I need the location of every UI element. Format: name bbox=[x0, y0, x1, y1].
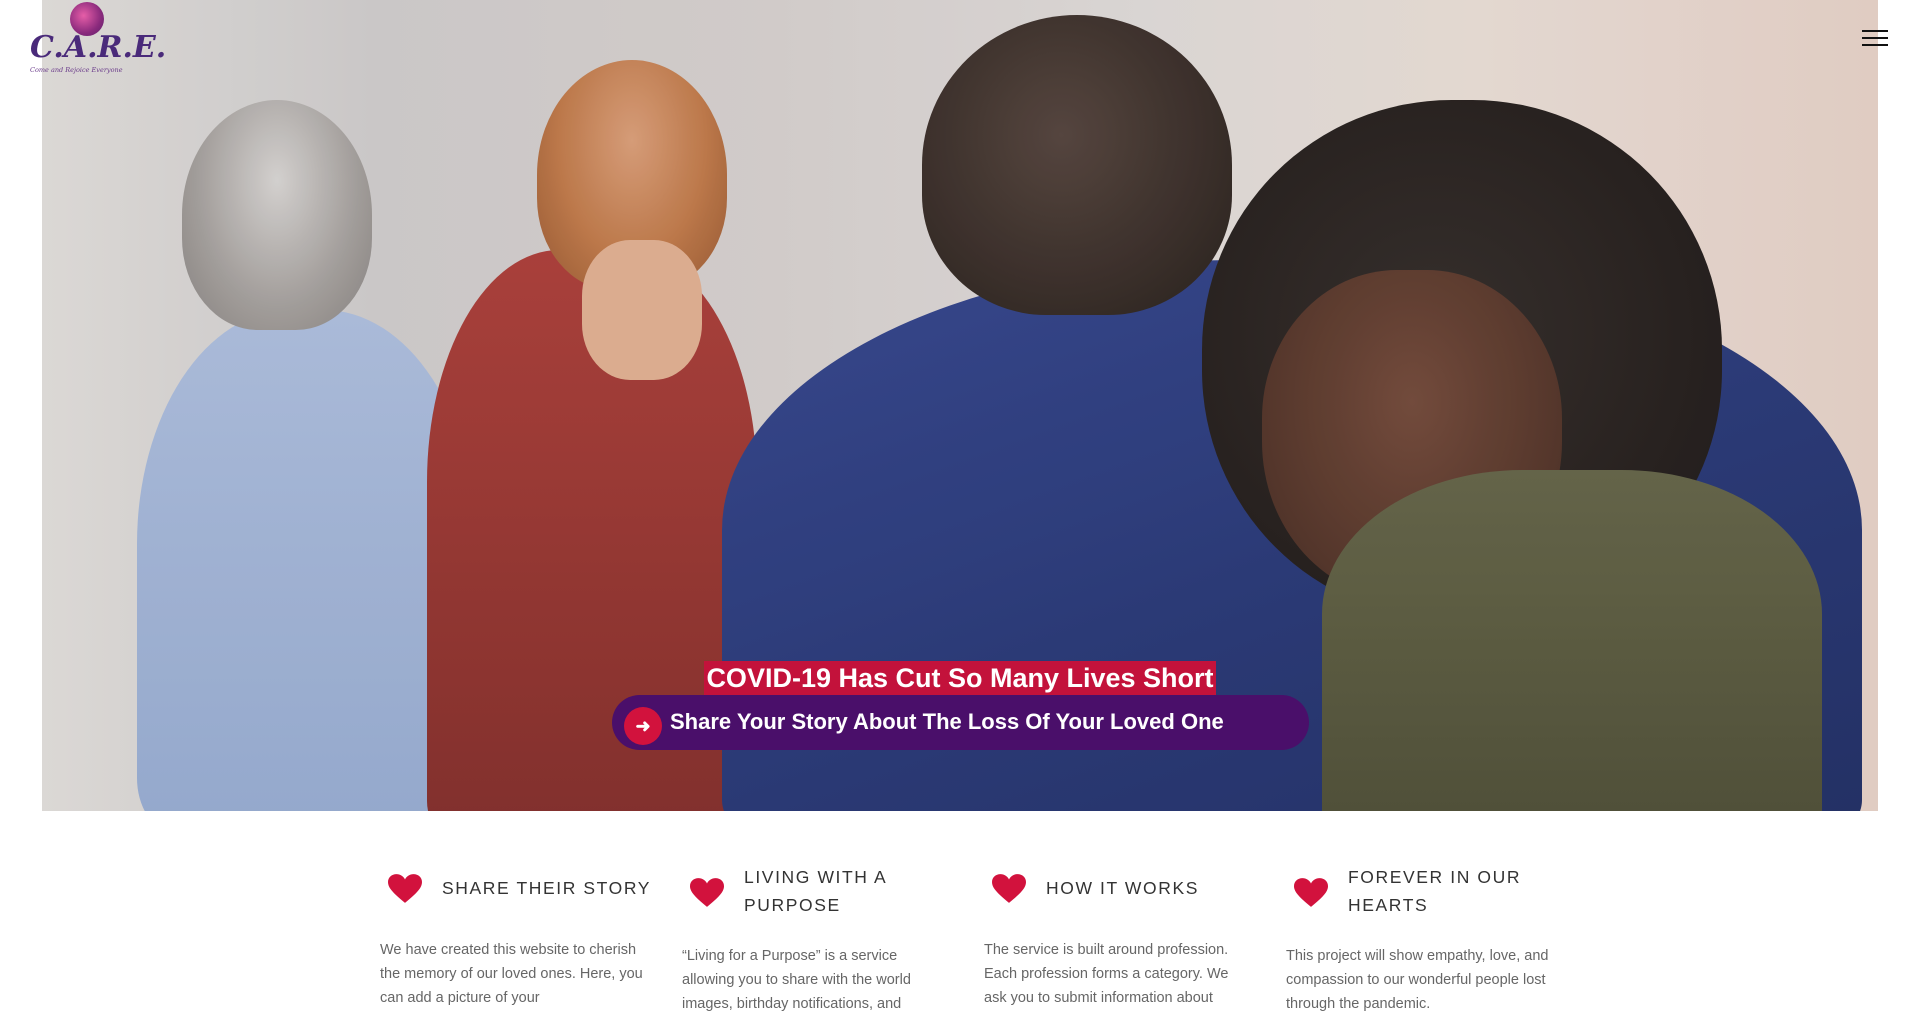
feature-title: SHARE THEIR STORY bbox=[442, 878, 652, 898]
features-section: SHARE THEIR STORY We have created this w… bbox=[380, 862, 1580, 1012]
feature-description: “Living for a Purpose” is a service allo… bbox=[682, 948, 911, 1012]
menu-bar bbox=[1862, 37, 1888, 39]
heart-icon bbox=[992, 874, 1026, 903]
share-story-button[interactable]: ➜ Share Your Story About The Loss Of You… bbox=[612, 695, 1309, 750]
hero-title-text: COVID-19 Has Cut So Many Lives Short bbox=[704, 661, 1216, 695]
feature-title: HOW IT WORKS bbox=[1046, 878, 1200, 898]
logo-tagline: Come and Rejoice Everyone bbox=[30, 66, 123, 74]
share-story-label: Share Your Story About The Loss Of Your … bbox=[670, 709, 1224, 734]
feature-title: LIVING WITH A PURPOSE bbox=[744, 867, 887, 915]
hero-title: COVID-19 Has Cut So Many Lives Short bbox=[0, 661, 1920, 695]
menu-bar bbox=[1862, 44, 1888, 46]
feature-title: FOREVER IN OUR HEARTS bbox=[1348, 867, 1522, 915]
heart-icon bbox=[690, 878, 724, 907]
feature-description: We have created this website to cherish … bbox=[380, 942, 643, 1006]
feature-description: This project will show empathy, love, an… bbox=[1286, 948, 1549, 1012]
menu-bar bbox=[1862, 30, 1888, 32]
arrow-right-icon: ➜ bbox=[624, 707, 662, 745]
logo-wordmark: C.A.R.E. bbox=[30, 30, 167, 65]
heart-icon bbox=[388, 874, 422, 903]
feature-description: The service is built around profession. … bbox=[984, 942, 1229, 1006]
site-logo[interactable]: C.A.R.E. Come and Rejoice Everyone bbox=[28, 0, 166, 80]
hamburger-menu-icon[interactable] bbox=[1862, 28, 1888, 50]
heart-icon bbox=[1294, 878, 1328, 907]
